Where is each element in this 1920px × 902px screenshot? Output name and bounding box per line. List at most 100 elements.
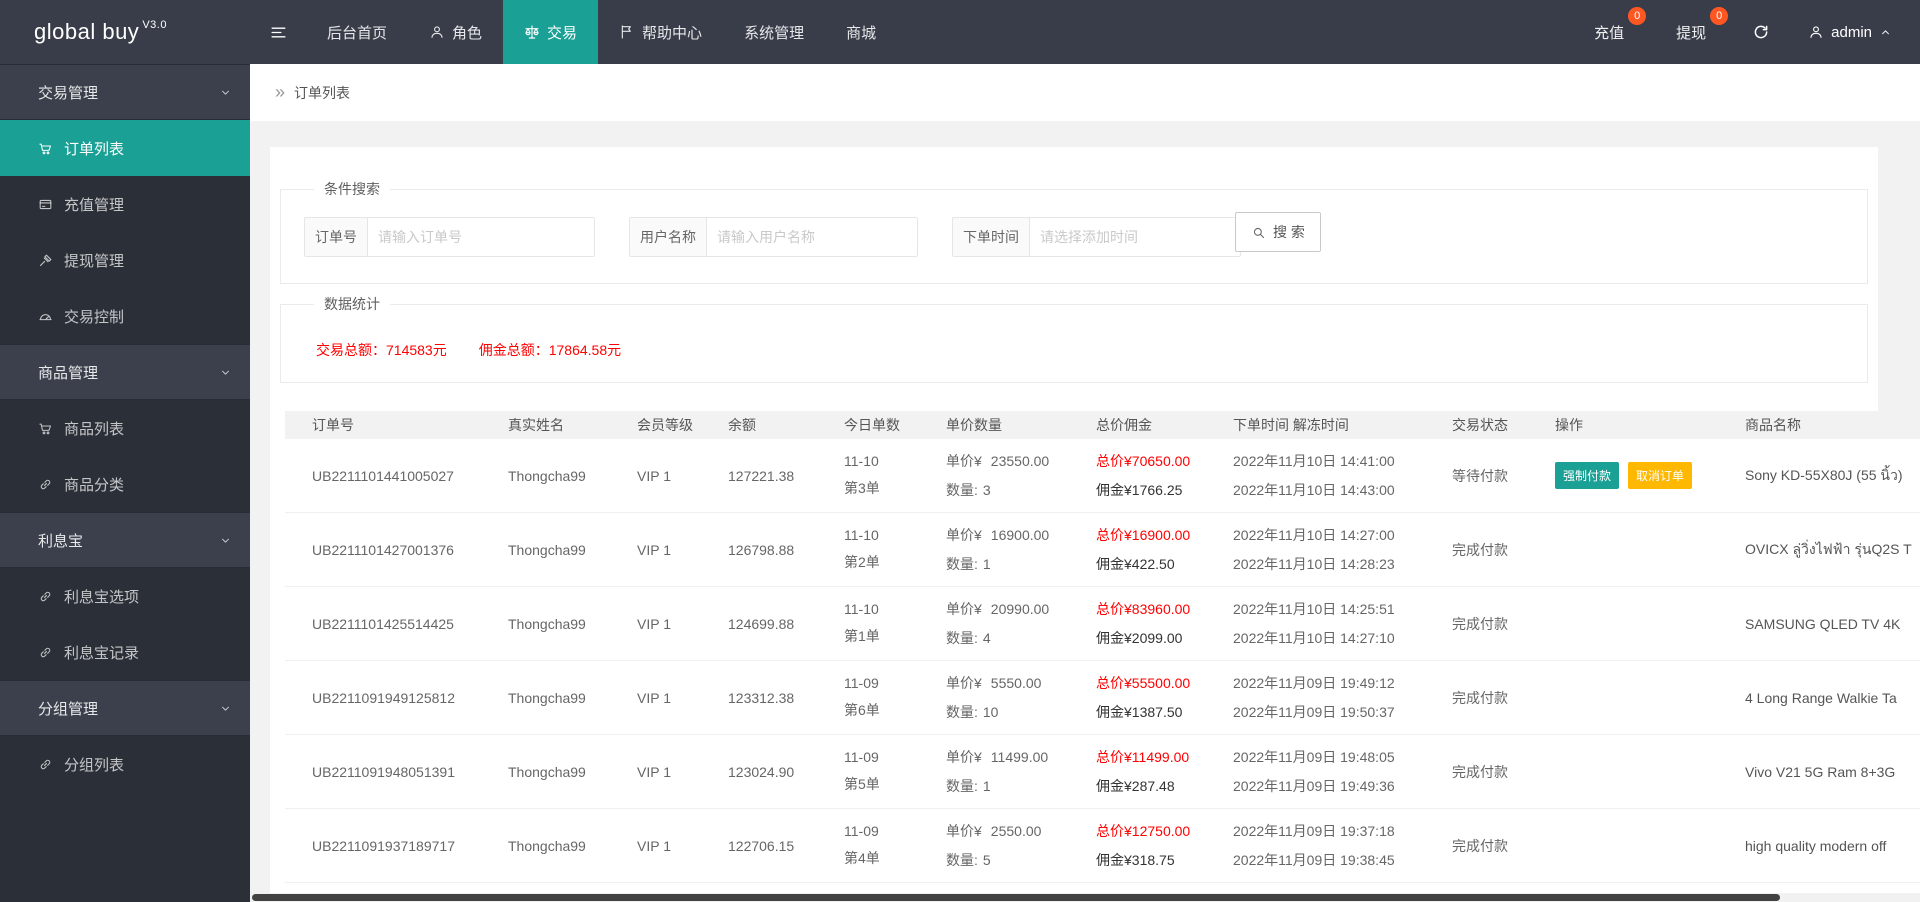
cell-price-qty: 单价¥ 2550.00 数量: 5 <box>946 823 1042 868</box>
app-logo[interactable]: global buy V3.0 <box>0 0 250 64</box>
cancel-order-button[interactable]: 取消订单 <box>1628 462 1693 489</box>
sidebar-group-group-mgmt[interactable]: 分组管理 <box>0 680 250 736</box>
menu-toggle-icon[interactable] <box>250 0 306 64</box>
search-field-label: 订单号 <box>304 217 367 257</box>
chevron-down-icon <box>219 702 232 715</box>
sidebar-item-label: 分组列表 <box>64 756 125 774</box>
cell-times: 2022年11月10日 14:41:00 2022年11月10日 14:43:0… <box>1233 453 1395 498</box>
logo-version: V3.0 <box>142 19 167 31</box>
table-header: 订单号 真实姓名 会员等级 余额 今日单数 单价数量 总价佣金 下单时间 解冻时… <box>285 411 1920 439</box>
card-icon <box>38 197 53 212</box>
cell-order-no: UB2211101441005027 <box>312 467 454 484</box>
cart-icon <box>38 421 53 436</box>
table-row: UB2211091948051391 Thongcha99 VIP 1 1230… <box>285 735 1920 809</box>
sidebar-item-lixibao-options[interactable]: 利息宝选项 <box>0 568 250 624</box>
cart-icon <box>38 141 53 156</box>
table-row: UB2211101425514425 Thongcha99 VIP 1 1246… <box>285 587 1920 661</box>
commission-total-value: 17864.58元 <box>548 342 622 358</box>
table-row: UB2211091937189717 Thongcha99 VIP 1 1227… <box>285 809 1920 883</box>
cell-total-commission: 总价¥83960.00 佣金¥2099.00 <box>1096 601 1191 646</box>
cell-total-commission: 总价¥70650.00 佣金¥1766.25 <box>1096 453 1191 498</box>
cell-times: 2022年11月10日 14:27:00 2022年11月10日 14:28:2… <box>1233 527 1395 572</box>
sidebar-item-trade-control[interactable]: 交易控制 <box>0 288 250 344</box>
user-icon <box>429 24 445 40</box>
top-navigation: 后台首页 角色 交易 帮助中心 系统管理 商城 <box>306 0 897 64</box>
table-column-header: 真实姓名 <box>508 417 564 433</box>
topnav-system-mgmt[interactable]: 系统管理 <box>723 0 825 64</box>
search-input[interactable] <box>1029 217 1241 257</box>
search-input[interactable] <box>367 217 595 257</box>
table-column-header: 交易状态 <box>1452 417 1508 433</box>
topnav-dashboard[interactable]: 后台首页 <box>306 0 408 64</box>
cell-trade-status: 完成付款 <box>1452 689 1508 706</box>
refresh-icon[interactable] <box>1732 0 1790 64</box>
cell-real-name: Thongcha99 <box>508 541 586 558</box>
sidebar-item-lixibao-records[interactable]: 利息宝记录 <box>0 624 250 680</box>
horizontal-scrollbar-thumb[interactable] <box>252 894 1780 901</box>
link-icon <box>38 589 53 604</box>
cell-today-orders: 11-10 第2单 <box>844 527 880 570</box>
cell-real-name: Thongcha99 <box>508 689 586 706</box>
topnav-role[interactable]: 角色 <box>408 0 503 64</box>
cell-today-orders: 11-10 第1单 <box>844 601 880 644</box>
flag-icon <box>619 24 635 40</box>
cell-real-name: Thongcha99 <box>508 763 586 780</box>
sidebar-item-recharge-mgmt[interactable]: 充值管理 <box>0 176 250 232</box>
search-field: 订单号 <box>304 217 595 257</box>
cell-times: 2022年11月09日 19:49:12 2022年11月09日 19:50:3… <box>1233 675 1395 720</box>
cell-trade-status: 完成付款 <box>1452 615 1508 632</box>
cell-total-commission: 总价¥11499.00 佣金¥287.48 <box>1096 749 1190 794</box>
topnav-trade[interactable]: 交易 <box>503 0 599 64</box>
table-body: UB2211101441005027 Thongcha99 VIP 1 1272… <box>285 439 1920 902</box>
user-menu[interactable]: admin <box>1790 0 1920 64</box>
cell-real-name: Thongcha99 <box>508 615 586 632</box>
horizontal-scrollbar[interactable] <box>250 893 1920 902</box>
cell-vip-level: VIP 1 <box>637 467 671 484</box>
cell-order-no: UB2211101425514425 <box>312 615 454 632</box>
search-field: 用户名称 <box>629 217 918 257</box>
topnav-mall[interactable]: 商城 <box>825 0 897 64</box>
table-column-header: 订单号 <box>312 417 354 433</box>
cell-vip-level: VIP 1 <box>637 837 671 854</box>
recharge-badge: 0 <box>1628 7 1647 25</box>
sidebar-group-trade-mgmt[interactable]: 交易管理 <box>0 64 250 120</box>
cell-product-name: OVICX ลู่วิ่งไฟฟ้า รุ่นQ2S T <box>1745 540 1912 557</box>
cell-total-commission: 总价¥12750.00 佣金¥318.75 <box>1096 823 1191 868</box>
stats-panel-legend: 数据统计 <box>324 296 380 312</box>
cell-balance: 123312.38 <box>728 689 795 706</box>
sidebar-item-goods-category[interactable]: 商品分类 <box>0 456 250 512</box>
cell-times: 2022年11月09日 19:48:05 2022年11月09日 19:49:3… <box>1233 749 1395 794</box>
cell-times: 2022年11月09日 19:37:18 2022年11月09日 19:38:4… <box>1233 823 1395 868</box>
sidebar-group-lixibao[interactable]: 利息宝 <box>0 512 250 568</box>
sidebar-item-withdraw-mgmt[interactable]: 提现管理 <box>0 232 250 288</box>
force-pay-button[interactable]: 强制付款 <box>1555 462 1620 489</box>
commission-total-label: 佣金总额： <box>478 342 549 358</box>
cell-product-name: 4 Long Range Walkie Ta <box>1745 689 1897 706</box>
cell-balance: 124699.88 <box>728 615 795 632</box>
content-card: 条件搜索 订单号 用户名称 下单时间 搜 索 <box>270 147 1920 902</box>
sidebar-group-goods-mgmt[interactable]: 商品管理 <box>0 344 250 400</box>
sidebar-item-order-list[interactable]: 订单列表 <box>0 120 250 176</box>
sidebar-item-label: 利息宝选项 <box>64 588 140 606</box>
topnav-help-center[interactable]: 帮助中心 <box>598 0 723 64</box>
cell-balance: 122706.15 <box>728 837 795 854</box>
search-input[interactable] <box>706 217 918 257</box>
sidebar-item-group-list[interactable]: 分组列表 <box>0 736 250 792</box>
cell-product-name: Sony KD-55X80J (55 นิ้ว) <box>1745 466 1903 483</box>
recharge-link[interactable]: 充值 0 <box>1568 0 1650 64</box>
trade-total-value: 714583元 <box>386 342 447 358</box>
link-icon <box>38 477 53 492</box>
chevron-up-icon <box>1879 26 1892 39</box>
search-button[interactable]: 搜 索 <box>1235 212 1321 252</box>
cell-total-commission: 总价¥16900.00 佣金¥422.50 <box>1096 527 1191 572</box>
withdraw-link[interactable]: 提现 0 <box>1650 0 1732 64</box>
sidebar-item-label: 商品列表 <box>64 420 125 438</box>
search-row: 订单号 用户名称 下单时间 <box>304 217 1867 257</box>
topbar-right: 充值 0 提现 0 admin <box>1568 0 1920 64</box>
search-field-label: 用户名称 <box>629 217 706 257</box>
table-column-header: 会员等级 <box>637 417 693 433</box>
sidebar-item-goods-list[interactable]: 商品列表 <box>0 400 250 456</box>
gavel-icon <box>38 253 53 268</box>
cell-total-commission: 总价¥55500.00 佣金¥1387.50 <box>1096 675 1191 720</box>
cell-vip-level: VIP 1 <box>637 763 671 780</box>
